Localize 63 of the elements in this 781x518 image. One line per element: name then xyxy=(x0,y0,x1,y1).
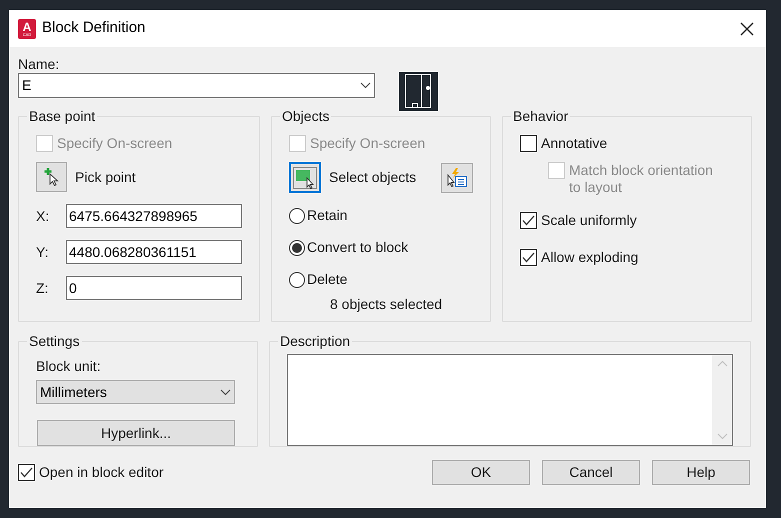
radio-label: Retain xyxy=(307,206,348,225)
radio-button[interactable] xyxy=(289,208,305,224)
radio-option[interactable]: Delete xyxy=(289,269,473,290)
crosshair-cursor-icon xyxy=(44,168,60,186)
pick-point-label: Pick point xyxy=(75,168,136,187)
dialog-button[interactable]: Help xyxy=(652,460,750,485)
quick-select-icon xyxy=(446,168,468,188)
checkbox[interactable]: Scale uniformly xyxy=(520,212,734,229)
quick-select-button[interactable] xyxy=(441,162,473,192)
checkmark-icon xyxy=(522,215,535,226)
checkbox[interactable]: Allow exploding xyxy=(520,249,734,266)
group-title: Behavior xyxy=(512,107,570,126)
group-title: Settings xyxy=(28,332,81,351)
coordinate-label: X: xyxy=(36,206,50,226)
group-title: Description xyxy=(279,332,352,351)
name-label: Name: xyxy=(18,56,60,73)
radio-label: Convert to block xyxy=(307,238,408,257)
coordinate-field[interactable]: 4480.068280361151 xyxy=(66,240,242,264)
hyperlink-button[interactable]: Hyperlink... xyxy=(37,420,235,446)
chevron-down-icon xyxy=(360,82,371,89)
checkbox-label: Scale uniformly xyxy=(541,212,637,229)
checkbox-label: Annotative xyxy=(541,135,608,152)
select-objects-button[interactable] xyxy=(289,162,321,193)
window-title: Block Definition xyxy=(42,18,146,38)
app-icon-letter: A xyxy=(22,20,32,32)
coordinate-label: Z: xyxy=(36,278,50,298)
radio-button[interactable] xyxy=(289,240,305,256)
checkbox-box[interactable] xyxy=(520,135,537,152)
radio-option[interactable]: Convert to block xyxy=(289,237,473,258)
radio-option[interactable]: Retain xyxy=(289,205,473,226)
checkbox-box[interactable] xyxy=(520,212,537,229)
chevron-down-icon xyxy=(220,388,231,396)
selection-cursor-icon xyxy=(292,166,318,190)
checkbox-label: Specify On-screen xyxy=(310,135,426,152)
block-unit-value: Millimeters xyxy=(40,382,108,402)
group-title: Objects xyxy=(281,107,330,126)
coordinate-field[interactable]: 0 xyxy=(66,276,242,300)
checkmark-icon xyxy=(522,252,535,263)
block-preview-icon xyxy=(399,72,438,111)
radio-button[interactable] xyxy=(289,272,305,288)
coordinate-label: Y: xyxy=(36,242,50,262)
block-unit-label: Block unit: xyxy=(36,357,102,376)
selection-count: 8 objects selected xyxy=(329,295,444,314)
name-value: E xyxy=(22,76,32,95)
group-title: Base point xyxy=(28,107,96,126)
checkbox[interactable]: Annotative xyxy=(520,135,734,152)
pick-point-button[interactable] xyxy=(36,162,67,192)
dialog-button[interactable]: Cancel xyxy=(542,460,640,485)
coordinate-value: 4480.068280361151 xyxy=(69,242,196,262)
coordinate-field[interactable]: 6475.664327898965 xyxy=(66,204,242,228)
select-objects-label: Select objects xyxy=(329,168,418,187)
coordinate-value: 0 xyxy=(69,278,77,298)
checkbox-box[interactable] xyxy=(520,249,537,266)
block-unit-dropdown[interactable]: Millimeters xyxy=(36,380,235,404)
close-icon[interactable] xyxy=(740,22,754,36)
checkbox-label: Specify On-screen xyxy=(57,135,172,152)
name-combobox[interactable]: E xyxy=(18,73,375,98)
dialog-button[interactable]: OK xyxy=(432,460,530,485)
coordinate-value: 6475.664327898965 xyxy=(69,206,198,226)
checkbox-label: Allow exploding xyxy=(541,249,638,266)
checkbox-box[interactable] xyxy=(18,464,35,481)
checkmark-icon xyxy=(20,467,33,478)
radio-label: Delete xyxy=(307,270,348,289)
